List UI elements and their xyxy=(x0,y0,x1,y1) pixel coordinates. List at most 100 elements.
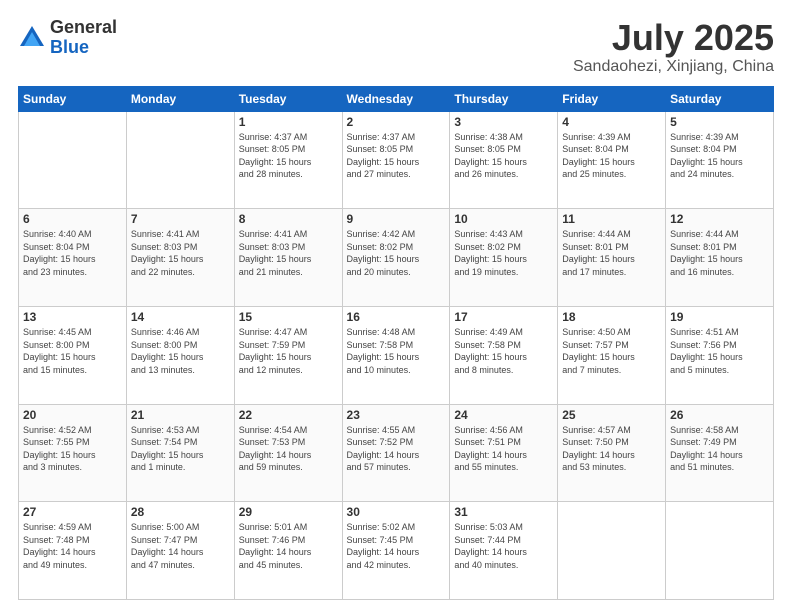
day-number: 15 xyxy=(239,310,338,324)
calendar-header-cell: Friday xyxy=(558,86,666,111)
calendar-day-cell: 29 Sunrise: 5:01 AM Sunset: 7:46 PM Dayli… xyxy=(234,502,342,600)
calendar-day-cell: 17Sunrise: 4:49 AM Sunset: 7:58 PM Dayli… xyxy=(450,306,558,404)
calendar-day-cell: 13 Sunrise: 4:45 AM Sunset: 8:00 PM Dayli… xyxy=(19,306,127,404)
day-info: Sunrise: 5:00 AM Sunset: 7:47 PM Dayligh… xyxy=(131,521,230,571)
day-info: Sunrise: 4:59 AM Sunset: 7:48 PM Dayligh… xyxy=(23,521,122,571)
day-number: 19 xyxy=(670,310,769,324)
day-info: Sunrise: 4:39 AM Sunset: 8:04 PM Dayligh… xyxy=(562,131,661,181)
day-info: Sunrise: 4:55 AM Sunset: 7:52 PM Dayligh… xyxy=(347,424,446,474)
day-number: 16 xyxy=(347,310,446,324)
day-info: Sunrise: 4:49 AM Sunset: 7:58 PM Dayligh… xyxy=(454,326,553,376)
day-number: 28 xyxy=(131,505,230,519)
calendar-day-cell: 31 Sunrise: 5:03 AM Sunset: 7:44 PM Dayli… xyxy=(450,502,558,600)
calendar-day-cell xyxy=(126,111,234,209)
calendar-day-cell: 4 Sunrise: 4:39 AM Sunset: 8:04 PM Daylig… xyxy=(558,111,666,209)
calendar-day-cell: 12 Sunrise: 4:44 AM Sunset: 8:01 PM Dayli… xyxy=(666,209,774,307)
calendar-table: SundayMondayTuesdayWednesdayThursdayFrid… xyxy=(18,86,774,600)
calendar-week-row: 6 Sunrise: 4:40 AM Sunset: 8:04 PM Daylig… xyxy=(19,209,774,307)
calendar-week-row: 13 Sunrise: 4:45 AM Sunset: 8:00 PM Dayli… xyxy=(19,306,774,404)
day-info: Sunrise: 4:48 AM Sunset: 7:58 PM Dayligh… xyxy=(347,326,446,376)
calendar-day-cell: 19 Sunrise: 4:51 AM Sunset: 7:56 PM Dayli… xyxy=(666,306,774,404)
day-info: Sunrise: 4:47 AM Sunset: 7:59 PM Dayligh… xyxy=(239,326,338,376)
day-number: 23 xyxy=(347,408,446,422)
calendar-day-cell: 24 Sunrise: 4:56 AM Sunset: 7:51 PM Dayli… xyxy=(450,404,558,502)
day-info: Sunrise: 4:51 AM Sunset: 7:56 PM Dayligh… xyxy=(670,326,769,376)
logo-blue-text: Blue xyxy=(50,38,117,58)
logo-icon xyxy=(18,24,46,52)
day-info: Sunrise: 5:03 AM Sunset: 7:44 PM Dayligh… xyxy=(454,521,553,571)
logo-text: General Blue xyxy=(50,18,117,58)
calendar-week-row: 20Sunrise: 4:52 AM Sunset: 7:55 PM Dayli… xyxy=(19,404,774,502)
day-number: 20 xyxy=(23,408,122,422)
day-info: Sunrise: 4:40 AM Sunset: 8:04 PM Dayligh… xyxy=(23,228,122,278)
day-number: 29 xyxy=(239,505,338,519)
day-number: 3 xyxy=(454,115,553,129)
calendar-day-cell: 7Sunrise: 4:41 AM Sunset: 8:03 PM Daylig… xyxy=(126,209,234,307)
calendar-day-cell: 28 Sunrise: 5:00 AM Sunset: 7:47 PM Dayli… xyxy=(126,502,234,600)
calendar-day-cell: 23 Sunrise: 4:55 AM Sunset: 7:52 PM Dayli… xyxy=(342,404,450,502)
day-info: Sunrise: 4:37 AM Sunset: 8:05 PM Dayligh… xyxy=(239,131,338,181)
calendar-header-cell: Tuesday xyxy=(234,86,342,111)
day-info: Sunrise: 4:56 AM Sunset: 7:51 PM Dayligh… xyxy=(454,424,553,474)
day-info: Sunrise: 4:41 AM Sunset: 8:03 PM Dayligh… xyxy=(131,228,230,278)
calendar-day-cell: 26 Sunrise: 4:58 AM Sunset: 7:49 PM Dayli… xyxy=(666,404,774,502)
subtitle: Sandaohezi, Xinjiang, China xyxy=(573,58,774,76)
day-number: 2 xyxy=(347,115,446,129)
day-info: Sunrise: 4:50 AM Sunset: 7:57 PM Dayligh… xyxy=(562,326,661,376)
calendar-week-row: 27Sunrise: 4:59 AM Sunset: 7:48 PM Dayli… xyxy=(19,502,774,600)
day-number: 10 xyxy=(454,212,553,226)
day-info: Sunrise: 4:42 AM Sunset: 8:02 PM Dayligh… xyxy=(347,228,446,278)
day-info: Sunrise: 4:53 AM Sunset: 7:54 PM Dayligh… xyxy=(131,424,230,474)
day-number: 26 xyxy=(670,408,769,422)
calendar-day-cell: 20Sunrise: 4:52 AM Sunset: 7:55 PM Dayli… xyxy=(19,404,127,502)
day-info: Sunrise: 4:39 AM Sunset: 8:04 PM Dayligh… xyxy=(670,131,769,181)
day-info: Sunrise: 4:38 AM Sunset: 8:05 PM Dayligh… xyxy=(454,131,553,181)
day-info: Sunrise: 4:43 AM Sunset: 8:02 PM Dayligh… xyxy=(454,228,553,278)
calendar-day-cell: 16 Sunrise: 4:48 AM Sunset: 7:58 PM Dayli… xyxy=(342,306,450,404)
day-number: 24 xyxy=(454,408,553,422)
calendar-week-row: 1 Sunrise: 4:37 AM Sunset: 8:05 PM Daylig… xyxy=(19,111,774,209)
day-number: 14 xyxy=(131,310,230,324)
calendar-day-cell: 10 Sunrise: 4:43 AM Sunset: 8:02 PM Dayli… xyxy=(450,209,558,307)
day-number: 21 xyxy=(131,408,230,422)
day-number: 1 xyxy=(239,115,338,129)
calendar-day-cell: 27Sunrise: 4:59 AM Sunset: 7:48 PM Dayli… xyxy=(19,502,127,600)
day-info: Sunrise: 4:44 AM Sunset: 8:01 PM Dayligh… xyxy=(670,228,769,278)
calendar-day-cell: 11Sunrise: 4:44 AM Sunset: 8:01 PM Dayli… xyxy=(558,209,666,307)
day-number: 4 xyxy=(562,115,661,129)
day-number: 9 xyxy=(347,212,446,226)
calendar-day-cell: 14Sunrise: 4:46 AM Sunset: 8:00 PM Dayli… xyxy=(126,306,234,404)
day-info: Sunrise: 4:41 AM Sunset: 8:03 PM Dayligh… xyxy=(239,228,338,278)
day-number: 31 xyxy=(454,505,553,519)
day-number: 12 xyxy=(670,212,769,226)
calendar-header-cell: Thursday xyxy=(450,86,558,111)
calendar-day-cell: 6 Sunrise: 4:40 AM Sunset: 8:04 PM Daylig… xyxy=(19,209,127,307)
calendar-day-cell: 3 Sunrise: 4:38 AM Sunset: 8:05 PM Daylig… xyxy=(450,111,558,209)
day-number: 6 xyxy=(23,212,122,226)
calendar-header-cell: Monday xyxy=(126,86,234,111)
page: General Blue July 2025 Sandaohezi, Xinji… xyxy=(0,0,792,612)
calendar-day-cell xyxy=(666,502,774,600)
calendar-day-cell: 8Sunrise: 4:41 AM Sunset: 8:03 PM Daylig… xyxy=(234,209,342,307)
calendar-header-cell: Sunday xyxy=(19,86,127,111)
main-title: July 2025 xyxy=(573,18,774,58)
calendar-day-cell: 30 Sunrise: 5:02 AM Sunset: 7:45 PM Dayli… xyxy=(342,502,450,600)
day-info: Sunrise: 4:37 AM Sunset: 8:05 PM Dayligh… xyxy=(347,131,446,181)
calendar-day-cell: 15 Sunrise: 4:47 AM Sunset: 7:59 PM Dayli… xyxy=(234,306,342,404)
calendar-day-cell: 5Sunrise: 4:39 AM Sunset: 8:04 PM Daylig… xyxy=(666,111,774,209)
day-info: Sunrise: 4:57 AM Sunset: 7:50 PM Dayligh… xyxy=(562,424,661,474)
day-number: 13 xyxy=(23,310,122,324)
day-info: Sunrise: 5:02 AM Sunset: 7:45 PM Dayligh… xyxy=(347,521,446,571)
calendar-day-cell: 1 Sunrise: 4:37 AM Sunset: 8:05 PM Daylig… xyxy=(234,111,342,209)
title-block: July 2025 Sandaohezi, Xinjiang, China xyxy=(573,18,774,76)
calendar-day-cell: 22Sunrise: 4:54 AM Sunset: 7:53 PM Dayli… xyxy=(234,404,342,502)
calendar-header-cell: Wednesday xyxy=(342,86,450,111)
day-number: 11 xyxy=(562,212,661,226)
day-info: Sunrise: 4:45 AM Sunset: 8:00 PM Dayligh… xyxy=(23,326,122,376)
logo-general-text: General xyxy=(50,18,117,38)
calendar-day-cell: 2 Sunrise: 4:37 AM Sunset: 8:05 PM Daylig… xyxy=(342,111,450,209)
day-info: Sunrise: 5:01 AM Sunset: 7:46 PM Dayligh… xyxy=(239,521,338,571)
day-info: Sunrise: 4:58 AM Sunset: 7:49 PM Dayligh… xyxy=(670,424,769,474)
day-number: 30 xyxy=(347,505,446,519)
calendar-day-cell xyxy=(19,111,127,209)
